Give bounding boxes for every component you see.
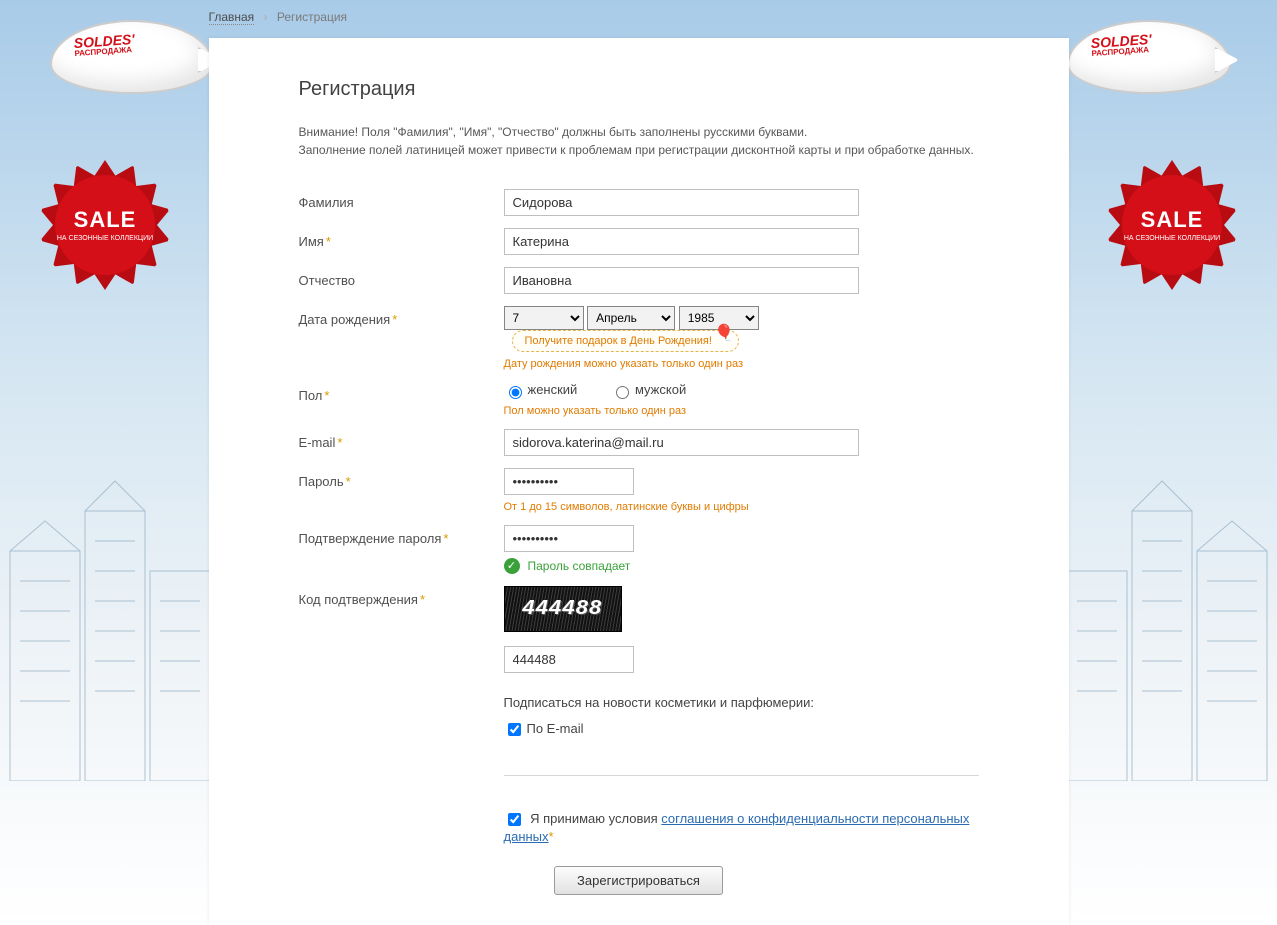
register-button[interactable]: Зарегистрироваться <box>554 866 723 895</box>
breadcrumb: Главная › Регистрация <box>209 0 1069 38</box>
chevron-right-icon: › <box>264 10 268 24</box>
label-password-confirm: Подтверждение пароля* <box>299 525 504 546</box>
page-title: Регистрация <box>299 78 979 101</box>
buildings-illustration <box>1067 401 1277 781</box>
lastname-input[interactable] <box>504 189 859 216</box>
gender-male-radio[interactable] <box>616 386 629 399</box>
sale-badge: SALEНА СЕЗОННЫЕ КОЛЛЕКЦИИ <box>1107 160 1237 290</box>
label-birthdate: Дата рождения* <box>299 306 504 327</box>
label-password: Пароль* <box>299 468 504 489</box>
check-icon: ✓ <box>504 558 520 574</box>
gender-hint: Пол можно указать только один раз <box>504 405 979 417</box>
email-input[interactable] <box>504 429 859 456</box>
birth-day-select[interactable]: 7 <box>504 306 584 330</box>
birthday-gift-badge: Получите подарок в День Рождения!🎈 <box>512 330 739 352</box>
password-match-status: ✓Пароль совпадает <box>504 558 979 574</box>
label-gender: Пол* <box>299 382 504 403</box>
divider <box>504 775 979 776</box>
gender-male-option[interactable]: мужской <box>611 382 686 397</box>
label-firstname: Имя* <box>299 228 504 249</box>
newsletter-heading: Подписаться на новости косметики и парфю… <box>504 695 979 710</box>
gender-female-radio[interactable] <box>509 386 522 399</box>
blimp-icon: SOLDES'РАСПРОДАЖА <box>50 20 214 94</box>
password-input[interactable] <box>504 468 634 495</box>
gender-female-option[interactable]: женский <box>504 382 578 397</box>
password-hint: От 1 до 15 символов, латинские буквы и ц… <box>504 501 979 513</box>
patronymic-input[interactable] <box>504 267 859 294</box>
label-captcha: Код подтверждения* <box>299 586 504 607</box>
sale-badge: SALEНА СЕЗОННЫЕ КОЛЛЕКЦИИ <box>40 160 170 290</box>
buildings-illustration <box>0 401 210 781</box>
newsletter-email-checkbox[interactable] <box>508 723 521 736</box>
breadcrumb-home-link[interactable]: Главная <box>209 10 255 25</box>
captcha-image: 444488 <box>504 586 622 632</box>
breadcrumb-current: Регистрация <box>277 10 347 24</box>
birthdate-hint: Дату рождения можно указать только один … <box>504 358 979 370</box>
blimp-icon: SOLDES'РАСПРОДАЖА <box>1067 20 1231 94</box>
left-decoration: SOLDES'РАСПРОДАЖА SALEНА СЕЗОННЫЕ КОЛЛЕК… <box>0 0 210 781</box>
password-confirm-input[interactable] <box>504 525 634 552</box>
label-patronymic: Отчество <box>299 267 504 288</box>
right-decoration: SOLDES'РАСПРОДАЖА SALEНА СЕЗОННЫЕ КОЛЛЕК… <box>1067 0 1277 781</box>
agreement-checkbox[interactable] <box>508 813 521 826</box>
registration-card: Регистрация Внимание! Поля "Фамилия", "И… <box>209 38 1069 925</box>
birth-month-select[interactable]: Апрель <box>587 306 675 330</box>
newsletter-email-option[interactable]: По E-mail <box>504 721 584 736</box>
label-lastname: Фамилия <box>299 189 504 210</box>
warning-text: Внимание! Поля "Фамилия", "Имя", "Отчест… <box>299 123 979 159</box>
label-email: E-mail* <box>299 429 504 450</box>
balloons-icon: 🎈 <box>714 323 734 343</box>
captcha-input[interactable] <box>504 646 634 673</box>
agreement-option[interactable]: Я принимаю условия соглашения о конфиден… <box>504 811 970 844</box>
firstname-input[interactable] <box>504 228 859 255</box>
